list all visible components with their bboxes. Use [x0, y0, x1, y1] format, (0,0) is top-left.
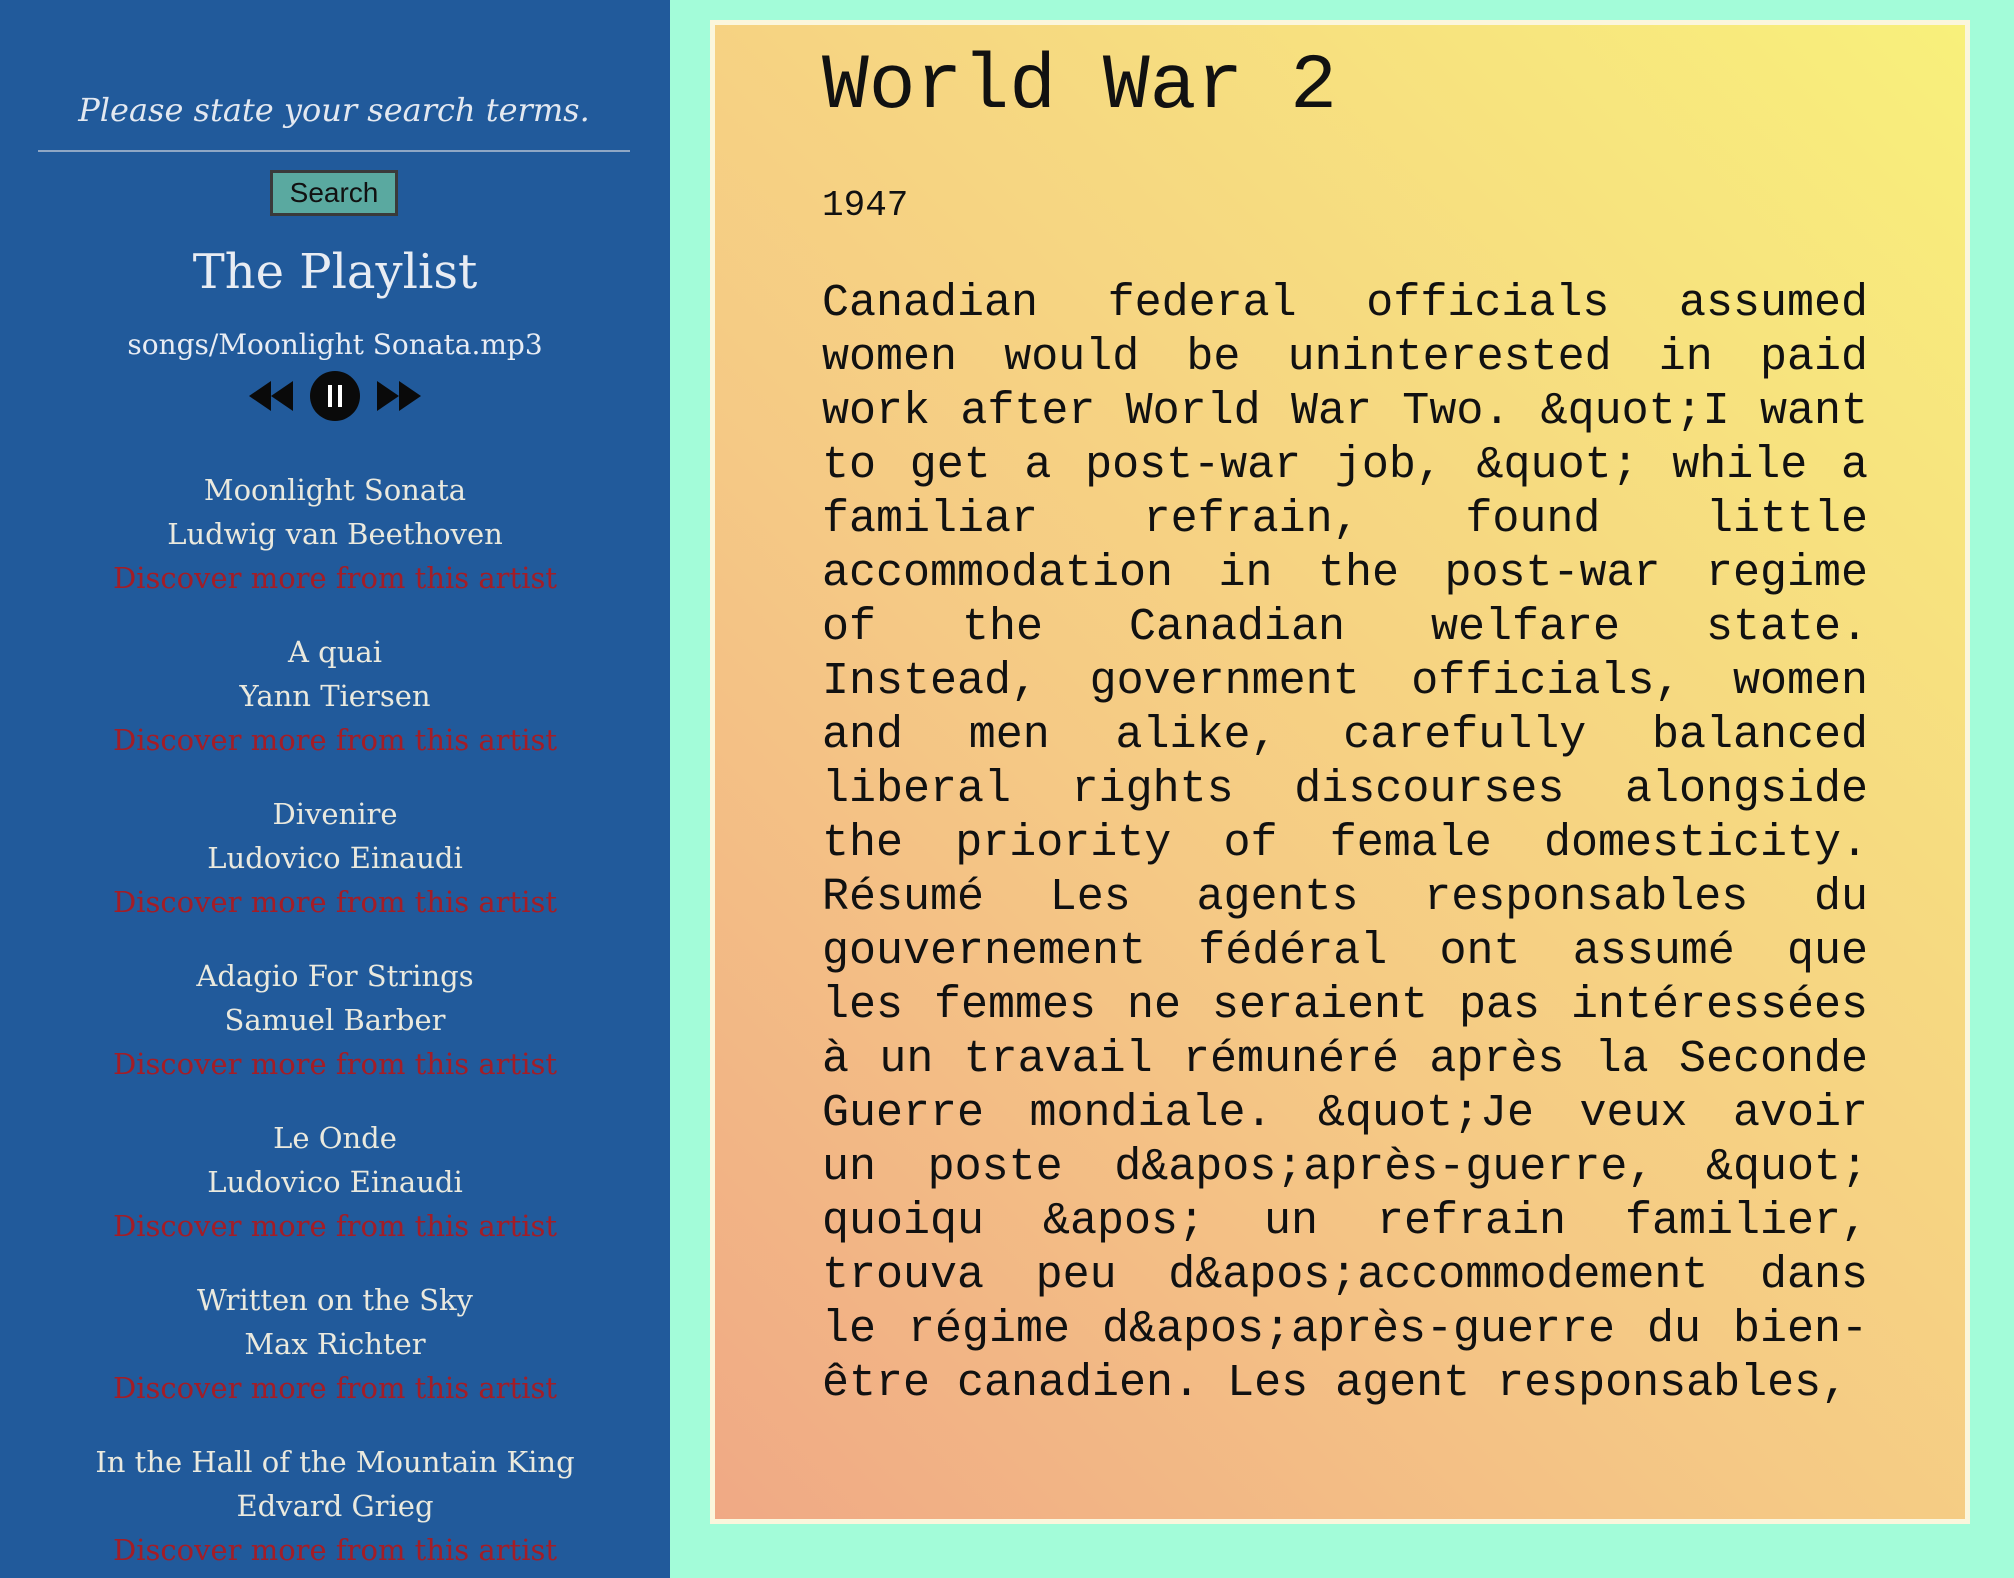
song-artist: Max Richter — [244, 1327, 426, 1361]
list-item: Moonlight Sonata Ludwig van Beethoven Di… — [0, 468, 670, 630]
article-title: World War 2 — [822, 43, 1337, 131]
discover-artist-link[interactable]: Discover more from this artist — [0, 556, 670, 600]
sidebar: Search The Playlist songs/Moonlight Sona… — [0, 0, 670, 1578]
discover-artist-link[interactable]: Discover more from this artist — [0, 1042, 670, 1086]
list-item: Divenire Ludovico Einaudi Discover more … — [0, 792, 670, 954]
discover-artist-link[interactable]: Discover more from this artist — [0, 1204, 670, 1248]
song-title[interactable]: A quai — [0, 630, 670, 674]
now-playing-file: songs/Moonlight Sonata.mp3 — [127, 328, 543, 361]
list-item: Written on the Sky Max Richter Discover … — [0, 1278, 670, 1440]
list-item: Le Onde Ludovico Einaudi Discover more f… — [0, 1116, 670, 1278]
song-artist: Yann Tiersen — [239, 679, 431, 713]
song-title[interactable]: In the Hall of the Mountain King — [0, 1440, 670, 1484]
discover-artist-link[interactable]: Discover more from this artist — [0, 880, 670, 924]
search-button[interactable]: Search — [270, 170, 398, 216]
song-title[interactable]: Moonlight Sonata — [0, 468, 670, 512]
pause-icon[interactable] — [309, 370, 361, 422]
article-body: Canadian federal officials assumed women… — [822, 278, 1868, 1409]
discover-artist-link[interactable]: Discover more from this artist — [0, 1528, 670, 1572]
article-panel: World War 2 1947 Canadian federal offici… — [710, 20, 1970, 1524]
rewind-icon[interactable] — [247, 379, 295, 413]
player-controls — [0, 370, 670, 422]
song-artist: Ludwig van Beethoven — [167, 517, 503, 551]
playlist-title: The Playlist — [192, 244, 478, 300]
song-artist: Samuel Barber — [224, 1003, 446, 1037]
list-item: A quai Yann Tiersen Discover more from t… — [0, 630, 670, 792]
song-title[interactable]: Adagio For Strings — [0, 954, 670, 998]
list-item: In the Hall of the Mountain King Edvard … — [0, 1440, 670, 1578]
song-title[interactable]: Divenire — [0, 792, 670, 836]
song-artist: Edvard Grieg — [236, 1489, 434, 1523]
song-title[interactable]: Written on the Sky — [0, 1278, 670, 1322]
song-title[interactable]: Le Onde — [0, 1116, 670, 1160]
search-input[interactable] — [38, 70, 630, 152]
song-artist: Ludovico Einaudi — [207, 1165, 463, 1199]
fast-forward-icon[interactable] — [375, 379, 423, 413]
discover-artist-link[interactable]: Discover more from this artist — [0, 1366, 670, 1410]
list-item: Adagio For Strings Samuel Barber Discove… — [0, 954, 670, 1116]
song-list: Moonlight Sonata Ludwig van Beethoven Di… — [0, 468, 670, 1578]
discover-artist-link[interactable]: Discover more from this artist — [0, 718, 670, 762]
song-artist: Ludovico Einaudi — [207, 841, 463, 875]
article-year: 1947 — [822, 185, 909, 226]
